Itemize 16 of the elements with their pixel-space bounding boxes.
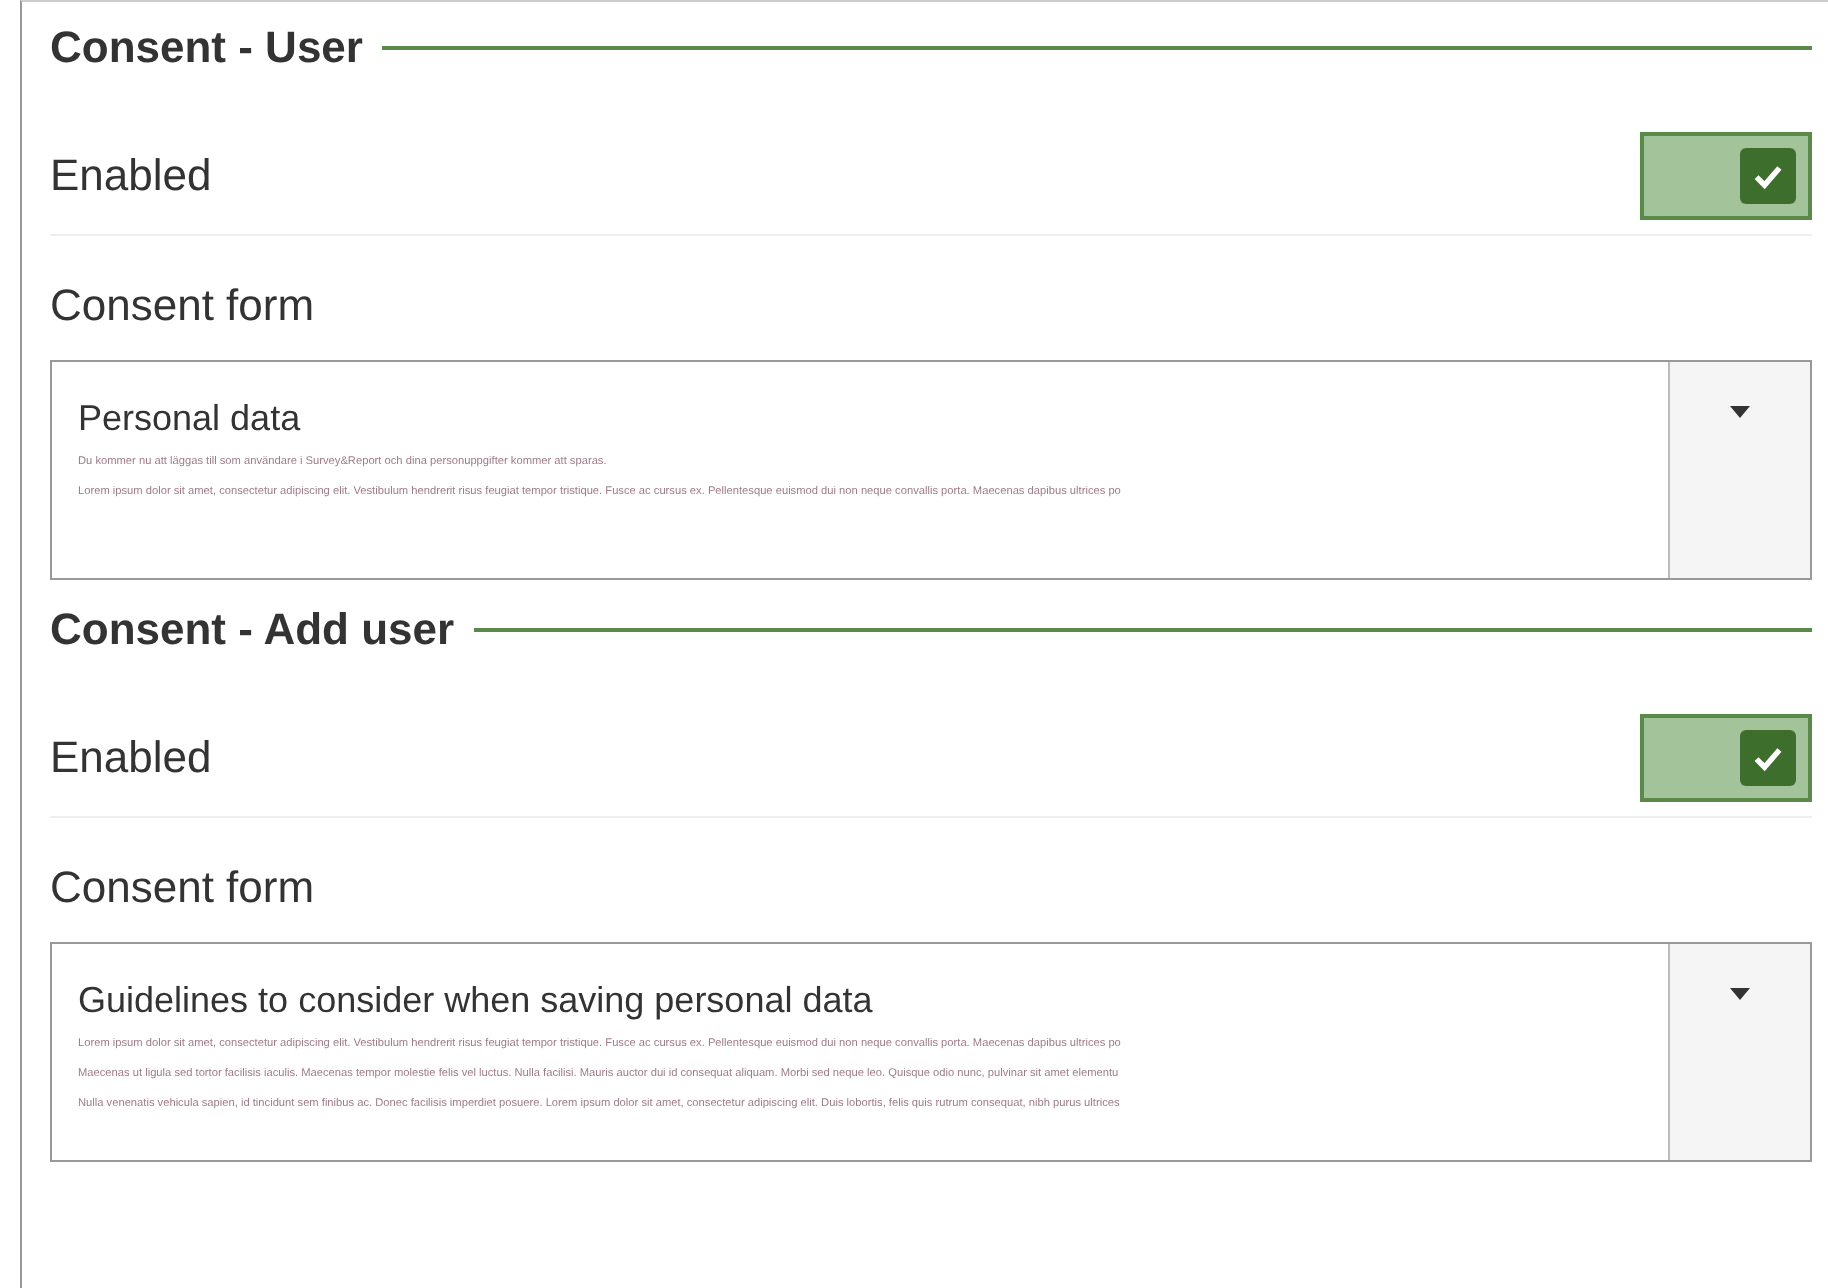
section-heading: Consent - Add user <box>50 604 455 656</box>
enabled-toggle[interactable] <box>1640 714 1812 802</box>
enabled-label: Enabled <box>50 732 212 784</box>
check-icon <box>1752 162 1784 190</box>
consent-form-dropdown[interactable] <box>50 942 1812 1162</box>
form-title: Personal data <box>78 398 303 440</box>
check-icon <box>1752 744 1784 772</box>
section-heading: Consent - User <box>50 22 363 74</box>
consent-form-dropdown[interactable] <box>50 360 1812 580</box>
form-title: Guidelines to consider when saving personal data <box>78 980 875 1022</box>
caret-icon <box>1730 988 1750 1000</box>
caret-icon <box>1730 406 1750 418</box>
enabled-label: Enabled <box>50 150 212 202</box>
consent-form-label: Consent form <box>50 862 317 914</box>
consent-form-label: Consent form <box>50 280 317 332</box>
enabled-toggle[interactable] <box>1640 132 1812 220</box>
